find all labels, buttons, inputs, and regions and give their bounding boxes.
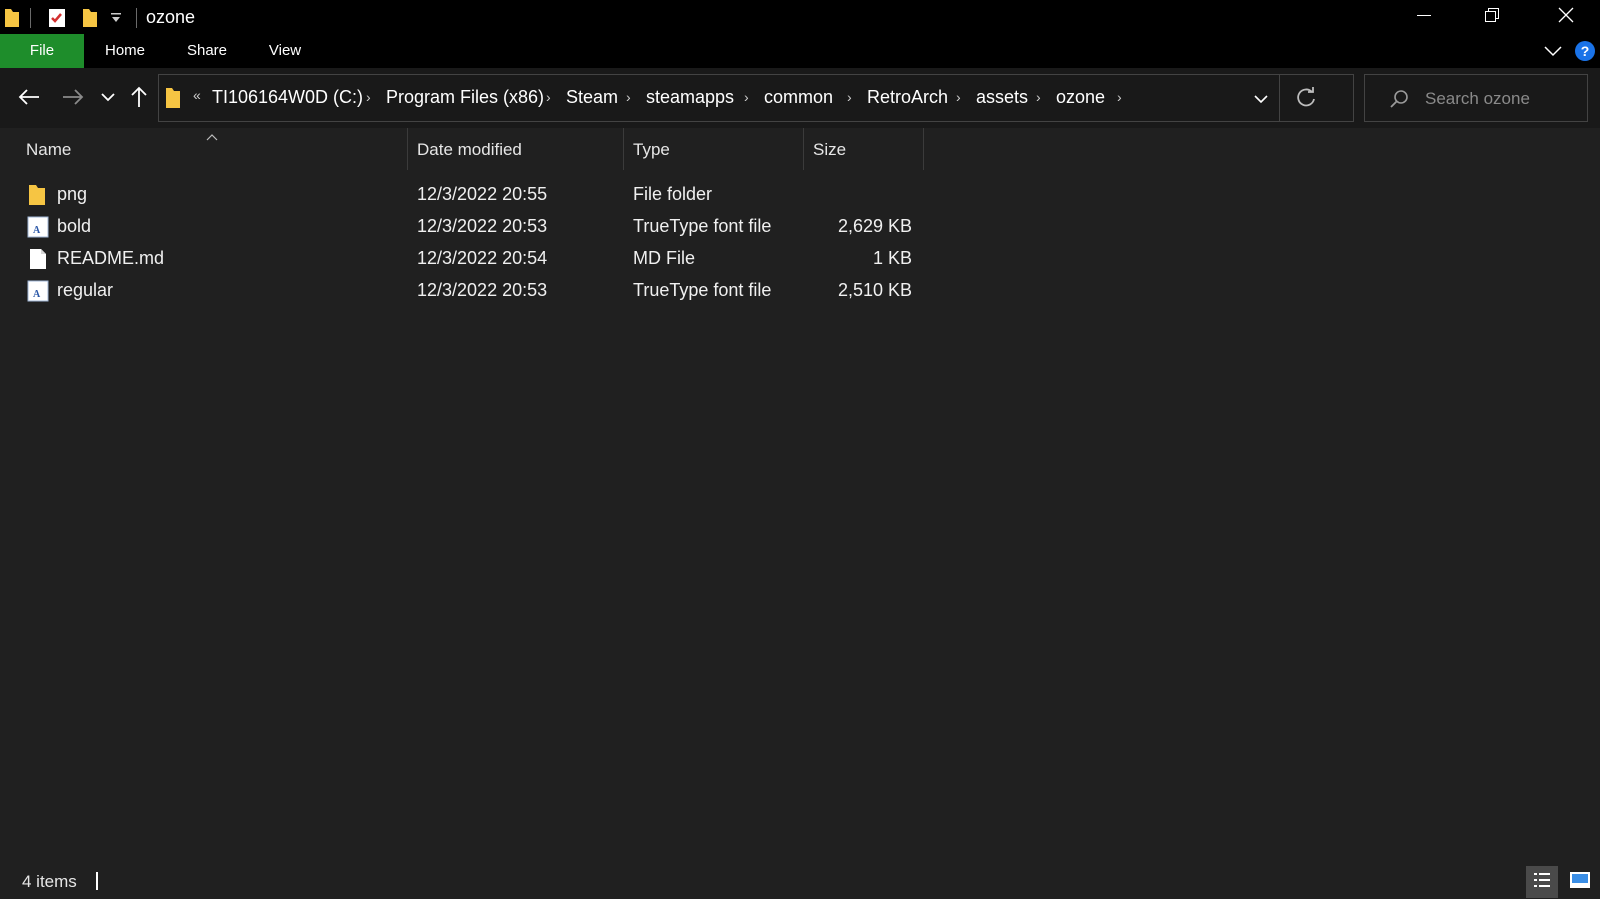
chevron-down-icon [100, 90, 116, 108]
forward-arrow-icon [62, 88, 84, 111]
column-divider[interactable] [407, 128, 408, 170]
font-file-icon: A [27, 280, 49, 302]
chevron-right-icon[interactable]: › [1036, 89, 1041, 105]
column-header-date-modified[interactable]: Date modified [417, 140, 522, 160]
file-name[interactable]: bold [57, 216, 91, 237]
table-row[interactable]: png 12/3/2022 20:55 File folder [0, 179, 940, 211]
sort-ascending-icon [206, 128, 218, 146]
status-bar: 4 items [0, 864, 1600, 899]
large-icons-view-button[interactable] [1564, 866, 1596, 898]
file-date: 12/3/2022 20:53 [417, 216, 548, 236]
file-name[interactable]: regular [57, 280, 113, 301]
table-row[interactable]: README.md 12/3/2022 20:54 MD File 1 KB [0, 243, 940, 275]
chevron-right-icon[interactable]: › [626, 89, 631, 105]
file-name[interactable]: README.md [57, 248, 164, 269]
folder-icon [165, 87, 181, 114]
breadcrumb-program-files[interactable]: Program Files (x86) [386, 87, 544, 108]
window-title: ozone [146, 7, 196, 27]
minimize-button[interactable] [1390, 0, 1458, 34]
table-row[interactable]: A regular 12/3/2022 20:53 TrueType font … [0, 275, 940, 307]
search-icon [1389, 89, 1409, 114]
column-divider[interactable] [623, 128, 624, 170]
close-button[interactable] [1532, 0, 1600, 34]
tab-view[interactable]: View [250, 34, 320, 68]
minimize-icon [1416, 7, 1432, 28]
address-history-dropdown[interactable] [1253, 92, 1269, 110]
navigation-bar: « TI106164W0D (C:) › Program Files (x86)… [0, 68, 1600, 128]
chevron-right-icon[interactable]: › [546, 89, 551, 105]
refresh-icon[interactable] [1295, 87, 1317, 114]
status-divider [96, 872, 98, 890]
column-divider[interactable] [803, 128, 804, 170]
svg-text:A: A [33, 289, 41, 300]
chevron-right-icon[interactable]: › [744, 89, 749, 105]
search-input[interactable]: Search ozone [1425, 89, 1530, 109]
column-header-name[interactable]: Name [26, 140, 71, 160]
folder-icon [28, 184, 50, 206]
file-size: 2,510 KB [837, 280, 912, 300]
chevron-right-icon[interactable]: › [366, 89, 371, 105]
forward-button[interactable] [58, 84, 88, 114]
divider [1279, 75, 1280, 121]
help-icon[interactable]: ? [1574, 40, 1596, 67]
breadcrumb-drive[interactable]: TI106164W0D (C:) [212, 87, 363, 108]
breadcrumb-steam[interactable]: Steam [566, 87, 618, 108]
recent-locations-button[interactable] [96, 84, 120, 114]
file-type: File folder [633, 184, 713, 204]
chevron-right-icon[interactable]: › [956, 89, 961, 105]
expand-ribbon-icon[interactable] [1544, 44, 1562, 63]
file-type: MD File [633, 248, 695, 268]
folder-icon [4, 8, 20, 33]
table-row[interactable]: A bold 12/3/2022 20:53 TrueType font fil… [0, 211, 940, 243]
item-count: 4 items [22, 872, 77, 891]
details-view-button[interactable] [1526, 866, 1558, 898]
restore-button[interactable] [1458, 0, 1526, 34]
column-header-type[interactable]: Type [633, 140, 670, 160]
close-icon [1558, 7, 1574, 28]
back-arrow-icon [18, 88, 40, 111]
divider [136, 8, 137, 28]
font-file-icon: A [27, 216, 49, 238]
file-date: 12/3/2022 20:55 [417, 184, 548, 204]
customize-qat-icon[interactable] [110, 10, 122, 31]
properties-checklist-icon[interactable] [48, 8, 66, 33]
breadcrumb-retroarch[interactable]: RetroArch [867, 87, 948, 108]
file-date: 12/3/2022 20:54 [417, 248, 548, 268]
chevron-right-icon[interactable]: › [847, 89, 852, 105]
title-bar: ozone [0, 0, 1600, 34]
details-view-icon [1532, 870, 1552, 895]
svg-text:A: A [33, 225, 41, 236]
column-header-size[interactable]: Size [813, 140, 846, 160]
restore-icon [1484, 7, 1500, 28]
document-icon [29, 248, 51, 270]
chevron-right-icon[interactable]: › [1117, 89, 1122, 105]
file-name[interactable]: png [57, 184, 87, 205]
large-icons-view-icon [1569, 871, 1591, 894]
breadcrumb-steamapps[interactable]: steamapps [646, 87, 734, 108]
file-type: TrueType font file [633, 216, 772, 236]
ribbon-tabs: File Home Share View ? [0, 34, 1600, 68]
file-list: Name Date modified Type Size png 12/3/20… [0, 128, 1600, 864]
back-button[interactable] [14, 84, 44, 114]
up-arrow-icon [130, 86, 148, 113]
file-size: 2,629 KB [837, 216, 912, 236]
breadcrumb-assets[interactable]: assets [976, 87, 1028, 108]
breadcrumb-common[interactable]: common [764, 87, 833, 108]
search-box[interactable]: Search ozone [1364, 74, 1588, 122]
svg-text:?: ? [1581, 43, 1590, 59]
tab-file[interactable]: File [0, 34, 84, 68]
file-size: 1 KB [872, 248, 912, 268]
column-divider[interactable] [923, 128, 924, 170]
address-bar[interactable]: « TI106164W0D (C:) › Program Files (x86)… [158, 74, 1354, 122]
file-type: TrueType font file [633, 280, 772, 300]
new-folder-icon[interactable] [82, 8, 98, 33]
tab-share[interactable]: Share [170, 34, 244, 68]
address-overflow[interactable]: « [193, 87, 201, 103]
file-date: 12/3/2022 20:53 [417, 280, 548, 300]
divider [30, 8, 31, 28]
up-button[interactable] [126, 84, 152, 114]
tab-home[interactable]: Home [90, 34, 160, 68]
breadcrumb-ozone[interactable]: ozone [1056, 87, 1105, 108]
